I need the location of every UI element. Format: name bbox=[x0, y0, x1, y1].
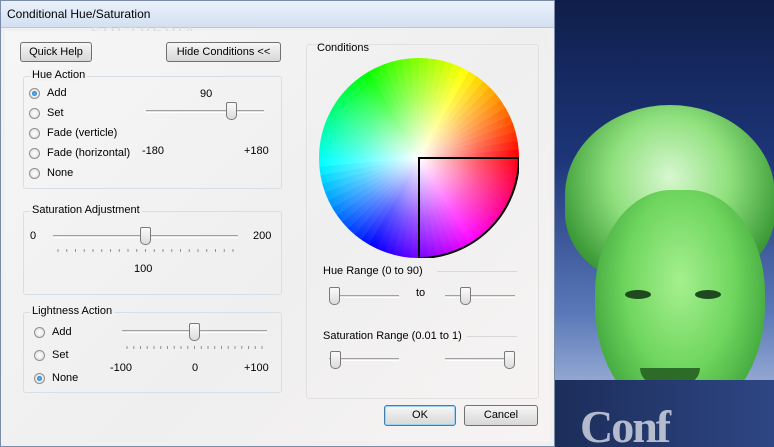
photo-eye bbox=[695, 290, 721, 299]
hue-action-radio[interactable]: Fade (horizontal) bbox=[29, 146, 130, 160]
radio-icon bbox=[29, 147, 40, 159]
hue-action-radio[interactable]: Fade (verticle) bbox=[29, 126, 117, 140]
radio-label: Set bbox=[52, 349, 69, 361]
conditions-label: Conditions bbox=[317, 42, 369, 54]
hue-range-to-label: to bbox=[416, 287, 426, 299]
hue-action-radio[interactable]: None bbox=[29, 166, 73, 180]
lightness-action-label: Lightness Action bbox=[30, 305, 115, 317]
radio-icon bbox=[29, 107, 40, 119]
lightness-action-radio[interactable]: Set bbox=[34, 348, 69, 362]
hue-range-label: Hue Range (0 to 90) bbox=[323, 265, 423, 277]
saturation-adjustment-label: Saturation Adjustment bbox=[30, 204, 142, 216]
hue-action-radio[interactable]: Add bbox=[29, 86, 67, 100]
dialog-client: Quick Help Hide Conditions << Hue Action… bbox=[5, 31, 550, 442]
saturation-max-label: 200 bbox=[253, 230, 272, 242]
photo-letters: Conf bbox=[580, 401, 671, 447]
dialog-window: Conditional Hue/Saturation SOFTPEDIA Qui… bbox=[0, 0, 555, 447]
lightness-mid-label: 0 bbox=[192, 362, 199, 374]
lightness-slider-ticks bbox=[126, 346, 263, 349]
hue-range-separator bbox=[437, 271, 517, 272]
saturation-range-from-thumb[interactable] bbox=[329, 351, 341, 369]
radio-label: None bbox=[47, 167, 74, 179]
hue-range-from-thumb[interactable] bbox=[329, 287, 340, 305]
saturation-range-label: Saturation Range (0.01 to 1) bbox=[323, 330, 462, 342]
lightness-action-radio[interactable]: None bbox=[34, 371, 78, 385]
radio-icon bbox=[34, 326, 45, 338]
photo-eye bbox=[625, 290, 651, 299]
saturation-range-separator bbox=[467, 336, 517, 337]
hue-min-label: -180 bbox=[142, 145, 165, 157]
window-title: Conditional Hue/Saturation bbox=[7, 7, 151, 21]
lightness-min-label: -100 bbox=[110, 362, 133, 374]
saturation-value-label: 100 bbox=[134, 263, 153, 275]
lightness-action-radio[interactable]: Add bbox=[34, 325, 72, 339]
radio-icon bbox=[29, 127, 40, 139]
saturation-adjustment-group: Saturation Adjustment bbox=[23, 204, 282, 295]
radio-label: Fade (verticle) bbox=[47, 127, 118, 139]
radio-label: Set bbox=[47, 107, 64, 119]
cancel-button[interactable]: Cancel bbox=[464, 405, 538, 426]
lightness-max-label: +100 bbox=[244, 362, 269, 374]
radio-icon bbox=[34, 349, 45, 361]
color-wheel-icon bbox=[319, 58, 521, 259]
saturation-range-to-thumb[interactable] bbox=[504, 351, 515, 369]
radio-label: None bbox=[52, 372, 79, 384]
hue-slider-track[interactable] bbox=[146, 110, 264, 113]
hue-value-label: 90 bbox=[200, 88, 213, 100]
hue-range-to-thumb[interactable] bbox=[459, 287, 471, 305]
hue-action-label: Hue Action bbox=[30, 69, 88, 81]
radio-label: Fade (horizontal) bbox=[47, 147, 131, 159]
lightness-slider-thumb[interactable] bbox=[189, 323, 200, 341]
quick-help-button[interactable]: Quick Help bbox=[20, 42, 92, 62]
hue-action-radio[interactable]: Set bbox=[29, 106, 64, 120]
radio-label: Add bbox=[52, 326, 72, 338]
hide-conditions-button[interactable]: Hide Conditions << bbox=[166, 42, 281, 62]
saturation-slider-ticks bbox=[57, 249, 234, 252]
color-wheel[interactable] bbox=[319, 58, 521, 259]
hue-range-to-track[interactable] bbox=[445, 295, 515, 298]
saturation-slider-thumb[interactable] bbox=[140, 227, 151, 245]
radio-icon bbox=[34, 372, 45, 384]
hue-max-label: +180 bbox=[244, 145, 269, 157]
title-bar[interactable]: Conditional Hue/Saturation bbox=[1, 1, 554, 28]
radio-label: Add bbox=[47, 87, 67, 99]
background-photo: Conf bbox=[555, 0, 774, 447]
radio-icon bbox=[29, 167, 40, 179]
ok-button[interactable]: OK bbox=[384, 405, 456, 426]
radio-icon bbox=[29, 87, 40, 99]
saturation-min-label: 0 bbox=[30, 230, 37, 242]
hue-slider-thumb[interactable] bbox=[226, 102, 238, 120]
